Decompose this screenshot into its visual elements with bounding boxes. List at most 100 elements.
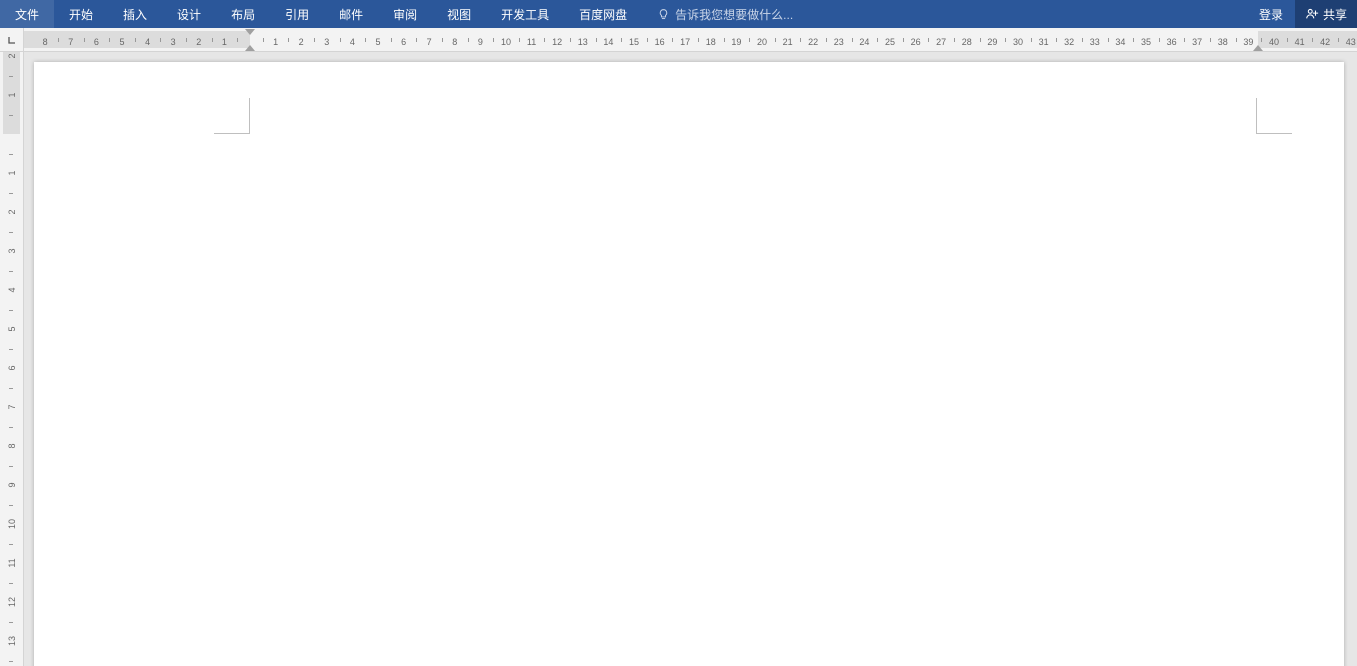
hruler-tick: 34 [1115,37,1125,47]
document-page[interactable] [34,62,1344,666]
hruler-tick: 13 [578,37,588,47]
hruler-tick: 7 [68,37,73,47]
vruler-tick: 10 [7,515,17,533]
hruler-tick: 32 [1064,37,1074,47]
vruler-tick: 4 [7,281,17,299]
vertical-ruler[interactable]: 211234567891011121314 [0,52,24,666]
hruler-tick: 22 [808,37,818,47]
tab-file[interactable]: 文件 [0,0,54,28]
hruler-tick: 1 [222,37,227,47]
hruler-tick: 41 [1295,37,1305,47]
margin-corner-top-right [1256,98,1292,134]
vruler-tick: 2 [7,52,17,65]
tell-me-placeholder: 告诉我您想要做什么... [675,6,793,23]
vruler-tick: 5 [7,320,17,338]
document-area[interactable] [24,52,1357,666]
hruler-tick: 26 [911,37,921,47]
vruler-tick: 13 [7,632,17,650]
hruler-tick: 5 [375,37,380,47]
hruler-tick: 4 [350,37,355,47]
hruler-tick: 17 [680,37,690,47]
hruler-tick: 11 [527,37,536,47]
vruler-tick: 3 [7,242,17,260]
vruler-tick: 6 [7,359,17,377]
vruler-tick: 1 [7,164,17,182]
hruler-tick: 18 [706,37,716,47]
hruler-tick: 1 [273,37,278,47]
lightbulb-icon [657,8,670,21]
vruler-tick: 9 [7,476,17,494]
hruler-tick: 25 [885,37,895,47]
hruler-tick: 12 [552,37,562,47]
login-button[interactable]: 登录 [1247,0,1295,28]
hruler-tick: 19 [731,37,741,47]
tell-me-search[interactable]: 告诉我您想要做什么... [657,6,793,23]
hruler-tick: 28 [962,37,972,47]
hruler-tick: 30 [1013,37,1023,47]
ribbon-right: 登录 共享 [1247,0,1357,28]
hruler-tick: 6 [401,37,406,47]
hruler-tick: 5 [119,37,124,47]
hruler-tick: 9 [478,37,483,47]
hruler-tick: 40 [1269,37,1279,47]
tab-stop-icon [6,34,18,46]
content-row: 211234567891011121314 [0,52,1357,666]
tab-baidu-netdisk[interactable]: 百度网盘 [564,0,642,28]
tab-mailings[interactable]: 邮件 [324,0,378,28]
hruler-tick: 21 [783,37,793,47]
tab-home[interactable]: 开始 [54,0,108,28]
vruler-tick: 8 [7,437,17,455]
share-button[interactable]: 共享 [1295,0,1357,28]
hruler-tick: 38 [1218,37,1228,47]
tab-developer[interactable]: 开发工具 [486,0,564,28]
hruler-tick: 16 [655,37,665,47]
vruler-tick: 11 [7,554,17,572]
hruler-tick: 4 [145,37,150,47]
margin-corner-top-left [214,98,250,134]
vruler-tick: 12 [7,593,17,611]
tab-stop-selector[interactable] [0,28,24,52]
hruler-tick: 10 [501,37,511,47]
vruler-tick: 7 [7,398,17,416]
hruler-tick: 37 [1192,37,1202,47]
tab-layout[interactable]: 布局 [216,0,270,28]
hruler-tick: 43 [1346,37,1356,47]
hruler-tick: 8 [43,37,48,47]
hruler-tick: 31 [1039,37,1049,47]
hruler-tick: 42 [1320,37,1330,47]
horizontal-ruler[interactable]: 8765432112345678910111213141516171819202… [24,28,1357,51]
hruler-tick: 8 [452,37,457,47]
ribbon-tabs: 文件 开始 插入 设计 布局 引用 邮件 审阅 视图 开发工具 百度网盘 [0,0,642,28]
hruler-tick: 3 [324,37,329,47]
hruler-tick: 29 [987,37,997,47]
first-line-indent-marker[interactable] [245,29,255,35]
right-indent-marker[interactable] [1253,45,1263,51]
hruler-tick: 20 [757,37,767,47]
tab-view[interactable]: 视图 [432,0,486,28]
hruler-tick: 23 [834,37,844,47]
share-label: 共享 [1323,6,1347,23]
hruler-tick: 14 [603,37,613,47]
tab-review[interactable]: 审阅 [378,0,432,28]
left-indent-marker[interactable] [246,50,254,51]
vruler-tick: 2 [7,203,17,221]
ribbon-bar: 文件 开始 插入 设计 布局 引用 邮件 审阅 视图 开发工具 百度网盘 告诉我… [0,0,1357,28]
hruler-tick: 2 [196,37,201,47]
tab-design[interactable]: 设计 [162,0,216,28]
horizontal-ruler-row: 8765432112345678910111213141516171819202… [0,28,1357,52]
vruler-tick: 1 [7,86,17,104]
hruler-tick: 33 [1090,37,1100,47]
hruler-tick: 24 [859,37,869,47]
hruler-tick: 27 [936,37,946,47]
hruler-tick: 6 [94,37,99,47]
share-person-icon [1305,7,1319,21]
hruler-tick: 3 [171,37,176,47]
hruler-tick: 36 [1167,37,1177,47]
hruler-tick: 7 [427,37,432,47]
tab-insert[interactable]: 插入 [108,0,162,28]
hruler-tick: 35 [1141,37,1151,47]
hruler-tick: 2 [299,37,304,47]
hruler-tick: 15 [629,37,639,47]
hruler-tick: 39 [1243,37,1253,47]
tab-references[interactable]: 引用 [270,0,324,28]
